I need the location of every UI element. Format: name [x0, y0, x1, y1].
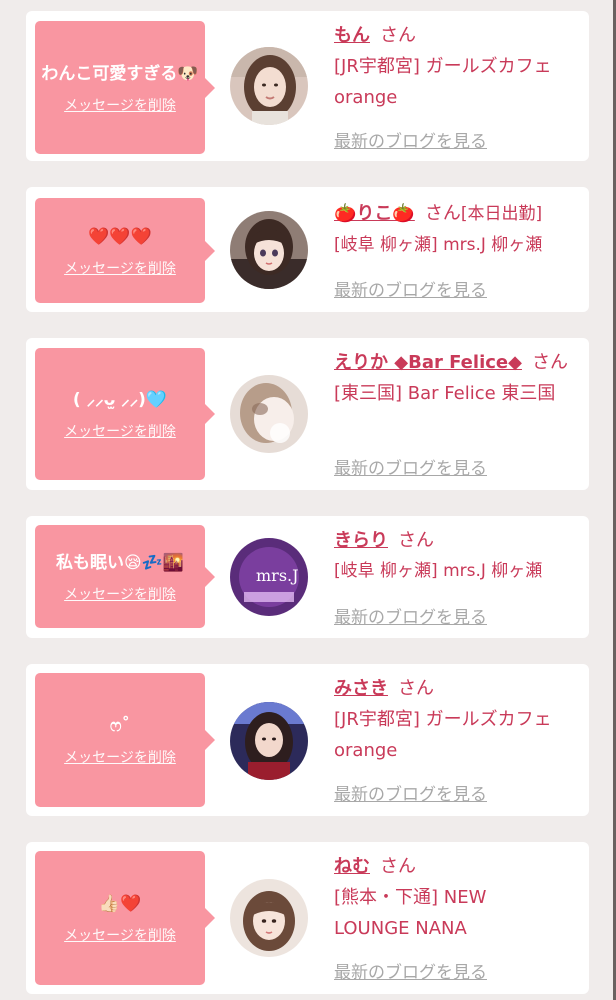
anime-girl-icon — [230, 211, 308, 289]
message-list: わんこ可愛すぎる🐶 メッセージを削除 もん さん [JR宇都宮] ガールズカフェ … — [0, 0, 616, 1000]
message-bubble: ෆ˚ メッセージを削除 — [35, 673, 215, 807]
message-text: ( ⸝⸝ᴗ̫ ⸝⸝)🩵 — [72, 390, 168, 410]
cast-name-line: もん さん — [334, 20, 584, 51]
message-text: ෆ˚ — [109, 716, 130, 736]
cast-name-line: ねむ さん — [334, 851, 584, 882]
message-card: 👍🏻❤️ メッセージを削除 ねむ さん [熊本・下通] NEW LOUNGE NA… — [26, 842, 589, 994]
cast-name-line: きらり さん — [334, 525, 584, 556]
store-name: [東三国] Bar Felice 東三国 — [334, 383, 556, 404]
blurred-portrait-icon — [230, 375, 308, 453]
cast-name-link[interactable]: きらり — [334, 530, 388, 551]
latest-blog-link[interactable]: 最新のブログを見る — [334, 276, 487, 301]
cast-name-link[interactable]: 🍅りこ🍅 — [334, 203, 415, 224]
delete-message-link[interactable]: メッセージを削除 — [64, 421, 176, 441]
honorific: さん — [380, 856, 416, 877]
cast-info: えりか ◆Bar Felice◆ さん [東三国] Bar Felice 東三国 — [334, 347, 584, 409]
latest-blog-link[interactable]: 最新のブログを見る — [334, 958, 487, 983]
honorific: さん — [531, 352, 568, 373]
latest-blog-link[interactable]: 最新のブログを見る — [334, 454, 487, 479]
message-bubble: ( ⸝⸝ᴗ̫ ⸝⸝)🩵 メッセージを削除 — [35, 348, 215, 480]
message-card: ෆ˚ メッセージを削除 みさき さん [JR宇都宮] ガールズカフェ orange… — [26, 664, 589, 816]
cast-info: みさき さん [JR宇都宮] ガールズカフェ orange — [334, 673, 584, 766]
latest-blog-link[interactable]: 最新のブログを見る — [334, 780, 487, 805]
cast-name-link[interactable]: もん — [334, 25, 370, 46]
woman-portrait-icon — [230, 879, 308, 957]
cast-name-link[interactable]: ねむ — [334, 856, 370, 877]
message-bubble: 私も眠い😪💤🌇 メッセージを削除 — [35, 525, 215, 628]
cast-avatar[interactable] — [230, 211, 308, 289]
delete-message-link[interactable]: メッセージを削除 — [64, 584, 176, 604]
message-bubble: ❤️❤️❤️ メッセージを削除 — [35, 198, 215, 303]
honorific: さん — [380, 25, 416, 46]
delete-message-link[interactable]: メッセージを削除 — [64, 258, 176, 278]
cast-name-link[interactable]: みさき — [334, 678, 388, 699]
latest-blog-link[interactable]: 最新のブログを見る — [334, 127, 487, 152]
message-text: ❤️❤️❤️ — [88, 226, 152, 247]
store-name: [JR宇都宮] ガールズカフェ orange — [334, 709, 552, 761]
store-name: [JR宇都宮] ガールズカフェ orange — [334, 56, 552, 108]
cast-name-link[interactable]: えりか ◆Bar Felice◆ — [334, 352, 522, 373]
cast-avatar[interactable]: mrs.J — [230, 538, 308, 616]
message-bubble: わんこ可愛すぎる🐶 メッセージを削除 — [35, 21, 215, 154]
message-card: 私も眠い😪💤🌇 メッセージを削除 mrs.J きらり さん [岐阜 柳ヶ瀬] mr… — [26, 516, 589, 638]
store-logo-icon: mrs.J — [230, 538, 308, 616]
cast-avatar[interactable] — [230, 879, 308, 957]
message-card: ( ⸝⸝ᴗ̫ ⸝⸝)🩵 メッセージを削除 えりか ◆Bar Felice◆ さん … — [26, 338, 589, 490]
store-name: [岐阜 柳ヶ瀬] mrs.J 柳ヶ瀬 — [334, 561, 543, 581]
woman-portrait-icon — [230, 47, 308, 125]
store-name: [岐阜 柳ヶ瀬] mrs.J 柳ヶ瀬 — [334, 235, 543, 255]
message-card: わんこ可愛すぎる🐶 メッセージを削除 もん さん [JR宇都宮] ガールズカフェ … — [26, 11, 589, 161]
cast-avatar[interactable] — [230, 702, 308, 780]
attendance-badge: [本日出勤] — [460, 204, 543, 224]
delete-message-link[interactable]: メッセージを削除 — [64, 747, 176, 767]
delete-message-link[interactable]: メッセージを削除 — [64, 925, 176, 945]
cast-info: ねむ さん [熊本・下通] NEW LOUNGE NANA — [334, 851, 584, 944]
cast-info: きらり さん [岐阜 柳ヶ瀬] mrs.J 柳ヶ瀬 — [334, 525, 584, 587]
delete-message-link[interactable]: メッセージを削除 — [64, 95, 176, 115]
store-name: [熊本・下通] NEW LOUNGE NANA — [334, 887, 487, 939]
cast-info: もん さん [JR宇都宮] ガールズカフェ orange — [334, 20, 584, 113]
cast-name-line: えりか ◆Bar Felice◆ さん — [334, 347, 584, 378]
message-card: ❤️❤️❤️ メッセージを削除 🍅りこ🍅 さん[本日出勤] [岐阜 柳ヶ瀬] mr… — [26, 187, 589, 312]
cast-avatar[interactable] — [230, 375, 308, 453]
message-text: 👍🏻❤️ — [98, 894, 142, 914]
cast-avatar[interactable] — [230, 47, 308, 125]
honorific: さん — [424, 203, 461, 224]
cast-info: 🍅りこ🍅 さん[本日出勤] [岐阜 柳ヶ瀬] mrs.J 柳ヶ瀬 — [334, 198, 586, 261]
honorific: さん — [398, 530, 434, 551]
honorific: さん — [398, 678, 434, 699]
cast-name-line: みさき さん — [334, 673, 584, 704]
message-text: 私も眠い😪💤🌇 — [55, 552, 185, 573]
logo-text: mrs.J — [256, 566, 299, 585]
cast-name-line: 🍅りこ🍅 さん[本日出勤] — [334, 198, 586, 230]
latest-blog-link[interactable]: 最新のブログを見る — [334, 603, 487, 628]
message-bubble: 👍🏻❤️ メッセージを削除 — [35, 851, 215, 985]
message-text: わんこ可愛すぎる🐶 — [41, 63, 199, 84]
woman-portrait-icon — [230, 702, 308, 780]
